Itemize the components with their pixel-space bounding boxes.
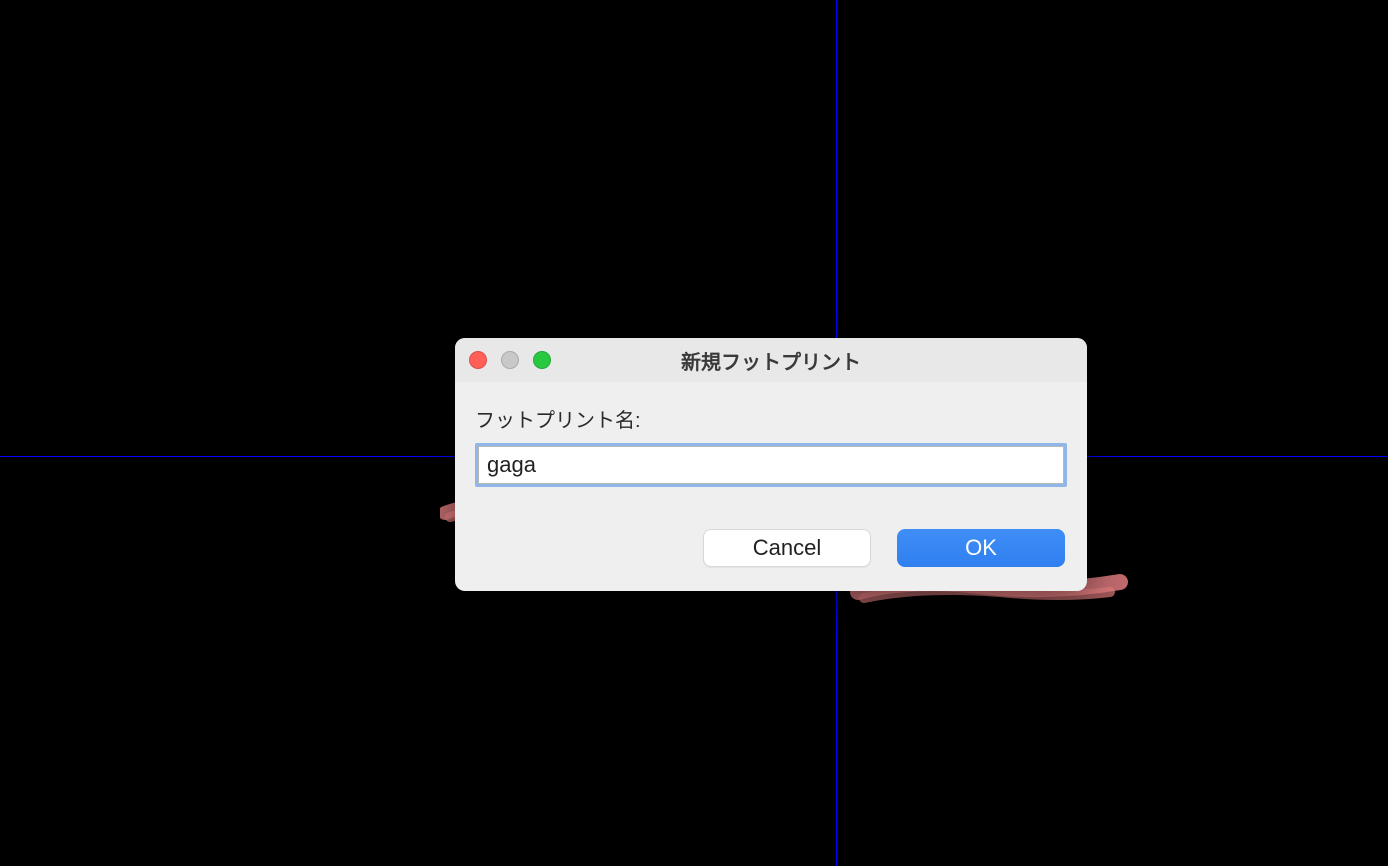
footprint-name-label: フットプリント名:: [475, 404, 1067, 433]
maximize-icon[interactable]: [533, 351, 551, 369]
minimize-icon[interactable]: [501, 351, 519, 369]
cancel-button[interactable]: Cancel: [703, 529, 871, 567]
footprint-name-input-wrap: [475, 443, 1067, 487]
dialog-button-row: Cancel OK: [475, 529, 1067, 571]
dialog-body: フットプリント名: Cancel OK: [455, 382, 1087, 591]
close-icon[interactable]: [469, 351, 487, 369]
ok-button[interactable]: OK: [897, 529, 1065, 567]
footprint-name-input[interactable]: [478, 446, 1064, 484]
traffic-lights: [469, 351, 551, 369]
new-footprint-dialog: 新規フットプリント フットプリント名: Cancel OK: [455, 338, 1087, 591]
dialog-titlebar[interactable]: 新規フットプリント: [455, 338, 1087, 382]
dialog-title: 新規フットプリント: [469, 346, 1073, 375]
